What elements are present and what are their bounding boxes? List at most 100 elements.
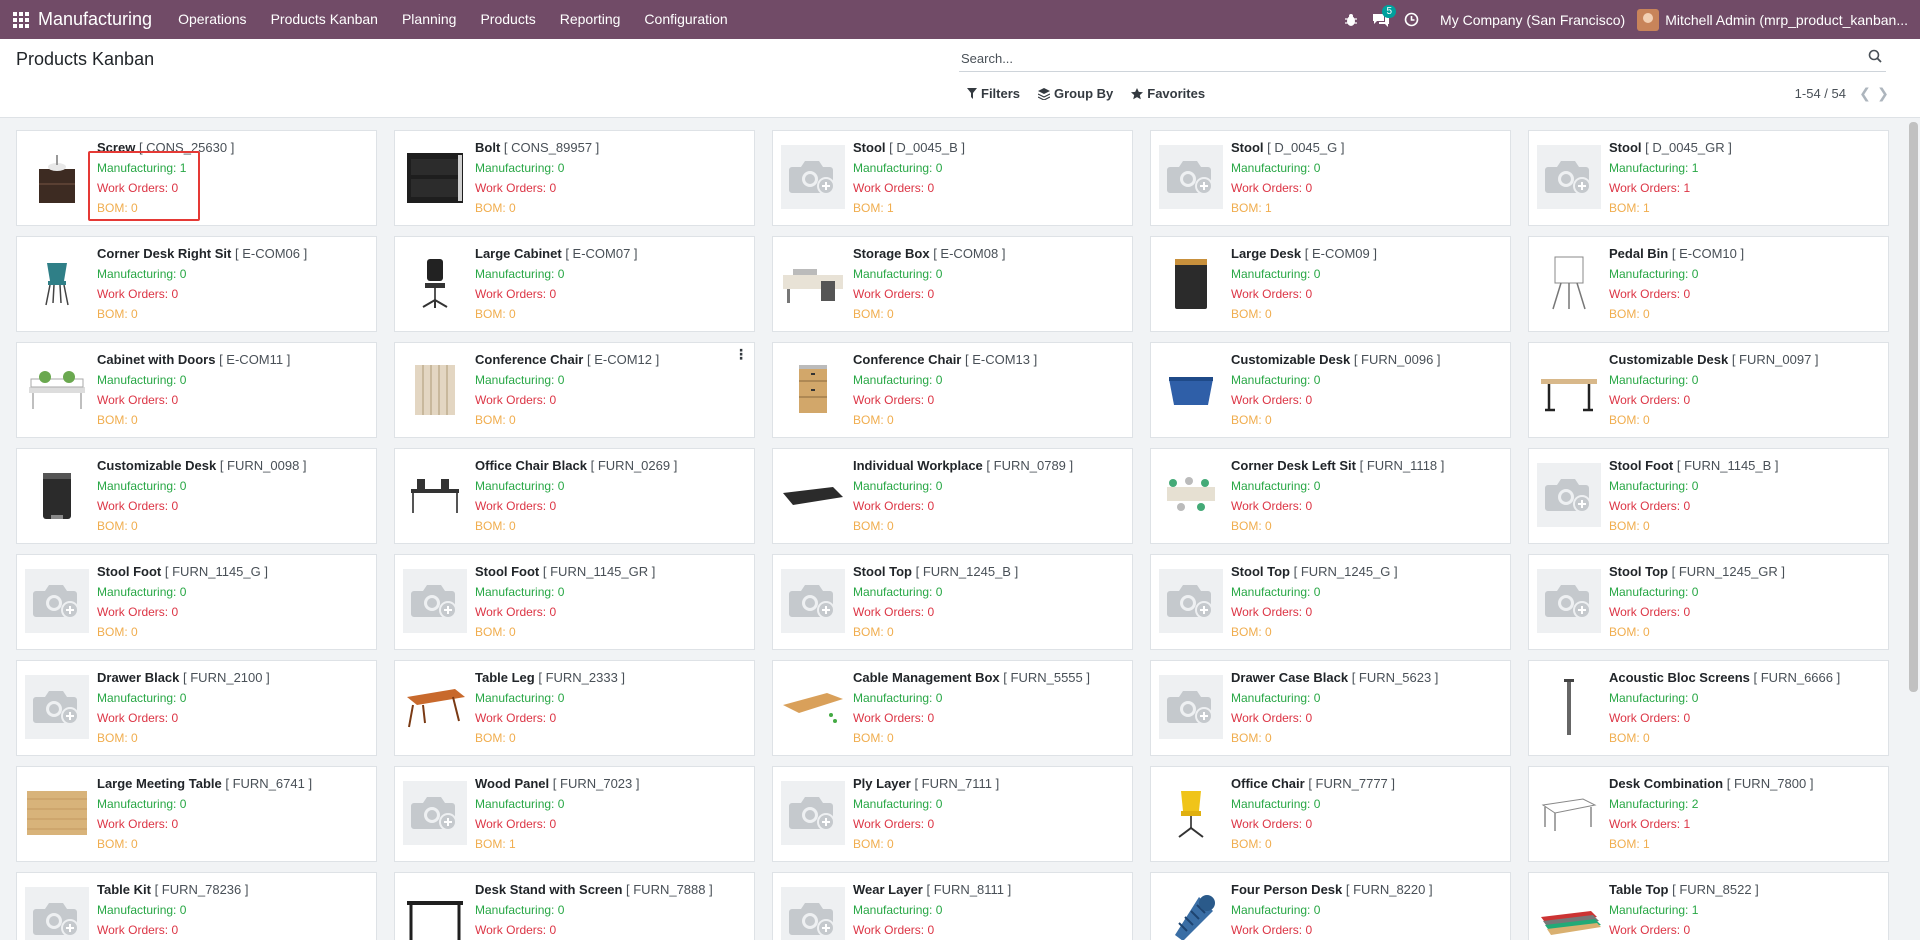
product-card-furn-6741[interactable]: Large Meeting Table [ FURN_6741 ] Manufac… (16, 766, 377, 862)
product-card-furn-0096[interactable]: Customizable Desk [ FURN_0096 ] Manufactu… (1150, 342, 1511, 438)
bom-count: BOM: 0 (1231, 731, 1272, 745)
manufacturing-count: Manufacturing: 0 (1231, 479, 1321, 493)
manufacturing-count: Manufacturing: 0 (475, 691, 565, 705)
product-image (1159, 251, 1223, 315)
product-card-furn-7800[interactable]: Desk Combination [ FURN_7800 ] Manufactur… (1528, 766, 1889, 862)
product-card-furn-6666[interactable]: Acoustic Bloc Screens [ FURN_6666 ] Manuf… (1528, 660, 1889, 756)
filters-button[interactable]: Filters (967, 86, 1020, 101)
manufacturing-count: Manufacturing: 0 (475, 479, 565, 493)
menu-products[interactable]: Products (468, 0, 547, 39)
product-card-furn-1145-b[interactable]: Stool Foot [ FURN_1145_B ] Manufacturing:… (1528, 448, 1889, 544)
product-card-d-0045-b[interactable]: Stool [ D_0045_B ] Manufacturing: 0 Work O… (772, 130, 1133, 226)
product-name: Bolt (475, 140, 501, 155)
product-image (781, 887, 845, 940)
work-orders-count: Work Orders: 0 (1609, 711, 1691, 725)
menu-configuration[interactable]: Configuration (632, 0, 739, 39)
menu-products-kanban[interactable]: Products Kanban (259, 0, 390, 39)
product-card-e-com13[interactable]: Conference Chair [ E-COM13 ] Manufacturin… (772, 342, 1133, 438)
product-card-d-0045-g[interactable]: Stool [ D_0045_G ] Manufacturing: 0 Work O… (1150, 130, 1511, 226)
product-card-furn-2100[interactable]: Drawer Black [ FURN_2100 ] Manufacturing:… (16, 660, 377, 756)
work-orders-count: Work Orders: 0 (1609, 605, 1691, 619)
product-name: Stool Top (1231, 564, 1290, 579)
product-card-furn-8111[interactable]: Wear Layer [ FURN_8111 ] Manufacturing: 0… (772, 872, 1133, 940)
product-card-e-com11[interactable]: Cabinet with Doors [ E-COM11 ] Manufactur… (16, 342, 377, 438)
product-name: Table Kit (97, 882, 151, 897)
product-name: Corner Desk Right Sit (97, 246, 232, 261)
product-code: [ FURN_0098 ] (219, 458, 307, 473)
product-card-cons-25630[interactable]: Screw [ CONS_25630 ] Manufacturing: 1 Work… (16, 130, 377, 226)
product-card-furn-5623[interactable]: Drawer Case Black [ FURN_5623 ] Manufactu… (1150, 660, 1511, 756)
product-card-furn-5555[interactable]: Cable Management Box [ FURN_5555 ] Manufa… (772, 660, 1133, 756)
menu-operations[interactable]: Operations (166, 0, 258, 39)
product-card-furn-1245-gr[interactable]: Stool Top [ FURN_1245_GR ] Manufacturing:… (1528, 554, 1889, 650)
bug-icon[interactable] (1336, 13, 1366, 27)
product-card-d-0045-gr[interactable]: Stool [ D_0045_GR ] Manufacturing: 1 Work … (1528, 130, 1889, 226)
app-title[interactable]: Manufacturing (38, 9, 152, 30)
product-code: [ FURN_78236 ] (154, 882, 249, 897)
manufacturing-count: Manufacturing: 0 (1231, 903, 1321, 917)
menu-reporting[interactable]: Reporting (548, 0, 633, 39)
pager-next-icon[interactable]: ❯ (1874, 85, 1892, 102)
product-card-furn-0098[interactable]: Customizable Desk [ FURN_0098 ] Manufactu… (16, 448, 377, 544)
product-card-cons-89957[interactable]: Bolt [ CONS_89957 ] Manufacturing: 0 Work … (394, 130, 755, 226)
pager-value[interactable]: 1-54 / 54 (1795, 86, 1846, 101)
activity-clock-icon[interactable] (1396, 12, 1426, 27)
favorites-button[interactable]: Favorites (1131, 86, 1205, 101)
product-card-furn-0789[interactable]: Individual Workplace [ FURN_0789 ] Manufa… (772, 448, 1133, 544)
search-icon[interactable] (1868, 49, 1882, 63)
product-card-furn-0269[interactable]: Office Chair Black [ FURN_0269 ] Manufact… (394, 448, 755, 544)
product-code: [ FURN_7777 ] (1308, 776, 1396, 791)
product-card-e-com09[interactable]: Large Desk [ E-COM09 ] Manufacturing: 0 Wo… (1150, 236, 1511, 332)
menu-planning[interactable]: Planning (390, 0, 469, 39)
work-orders-count: Work Orders: 0 (475, 817, 557, 831)
product-card-furn-1245-g[interactable]: Stool Top [ FURN_1245_G ] Manufacturing: … (1150, 554, 1511, 650)
product-card-furn-7111[interactable]: Ply Layer [ FURN_7111 ] Manufacturing: 0 W… (772, 766, 1133, 862)
product-name: Large Meeting Table (97, 776, 222, 791)
user-menu[interactable]: Mitchell Admin (mrp_product_kanban... (1637, 8, 1908, 31)
product-name: Office Chair Black (475, 458, 587, 473)
product-card-furn-1145-g[interactable]: Stool Foot [ FURN_1145_G ] Manufacturing:… (16, 554, 377, 650)
product-card-furn-2333[interactable]: Table Leg [ FURN_2333 ] Manufacturing: 0 W… (394, 660, 755, 756)
product-code: [ E-COM13 ] (965, 352, 1038, 367)
product-card-furn-0097[interactable]: Customizable Desk [ FURN_0097 ] Manufactu… (1528, 342, 1889, 438)
company-switcher[interactable]: My Company (San Francisco) (1440, 12, 1625, 28)
product-card-furn-7888[interactable]: Desk Stand with Screen [ FURN_7888 ] Manu… (394, 872, 755, 940)
product-card-e-com08[interactable]: Storage Box [ E-COM08 ] Manufacturing: 0 W… (772, 236, 1133, 332)
product-code: [ E-COM11 ] (219, 352, 291, 367)
product-card-e-com10[interactable]: Pedal Bin [ E-COM10 ] Manufacturing: 0 Wor… (1528, 236, 1889, 332)
apps-menu-icon[interactable] (12, 11, 30, 29)
bom-count: BOM: 0 (853, 307, 894, 321)
product-card-furn-8522[interactable]: Table Top [ FURN_8522 ] Manufacturing: 1 W… (1528, 872, 1889, 940)
pager-previous-icon[interactable]: ❮ (1856, 85, 1874, 102)
search-input[interactable] (959, 45, 1839, 71)
product-card-furn-8220[interactable]: Four Person Desk [ FURN_8220 ] Manufactur… (1150, 872, 1511, 940)
product-card-furn-7777[interactable]: Office Chair [ FURN_7777 ] Manufacturing:… (1150, 766, 1511, 862)
manufacturing-count: Manufacturing: 0 (475, 585, 565, 599)
work-orders-count: Work Orders: 0 (97, 605, 179, 619)
product-card-furn-1245-b[interactable]: Stool Top [ FURN_1245_B ] Manufacturing: … (772, 554, 1133, 650)
manufacturing-count: Manufacturing: 0 (1609, 267, 1699, 281)
work-orders-count: Work Orders: 0 (1231, 817, 1313, 831)
product-card-e-com06[interactable]: Corner Desk Right Sit [ E-COM06 ] Manufac… (16, 236, 377, 332)
bom-count: BOM: 1 (1609, 837, 1650, 851)
product-card-furn-1145-gr[interactable]: Stool Foot [ FURN_1145_GR ] Manufacturing… (394, 554, 755, 650)
product-card-furn-7023[interactable]: Wood Panel [ FURN_7023 ] Manufacturing: 0… (394, 766, 755, 862)
product-code: [ FURN_5623 ] (1351, 670, 1439, 685)
product-name: Stool (1231, 140, 1264, 155)
product-card-furn-1118[interactable]: Corner Desk Left Sit [ FURN_1118 ] Manufa… (1150, 448, 1511, 544)
search-options: Filters Group By Favorites (967, 86, 1205, 101)
card-dropdown-icon[interactable]: ⋮ (734, 347, 748, 361)
product-name: Table Leg (475, 670, 535, 685)
product-card-e-com12[interactable]: Conference Chair [ E-COM12 ] Manufacturin… (394, 342, 755, 438)
product-card-e-com07[interactable]: Large Cabinet [ E-COM07 ] Manufacturing: … (394, 236, 755, 332)
work-orders-count: Work Orders: 0 (1231, 181, 1313, 195)
product-name: Office Chair (1231, 776, 1305, 791)
product-card-furn-78236[interactable]: Table Kit [ FURN_78236 ] Manufacturing: 0… (16, 872, 377, 940)
product-image (1159, 145, 1223, 209)
scrollbar-thumb[interactable] (1909, 122, 1918, 692)
manufacturing-count: Manufacturing: 0 (97, 903, 187, 917)
group-by-button[interactable]: Group By (1038, 86, 1113, 101)
product-code: [ E-COM07 ] (565, 246, 638, 261)
product-code: [ FURN_8522 ] (1672, 882, 1759, 897)
messages-icon[interactable]: 5 (1366, 4, 1397, 27)
